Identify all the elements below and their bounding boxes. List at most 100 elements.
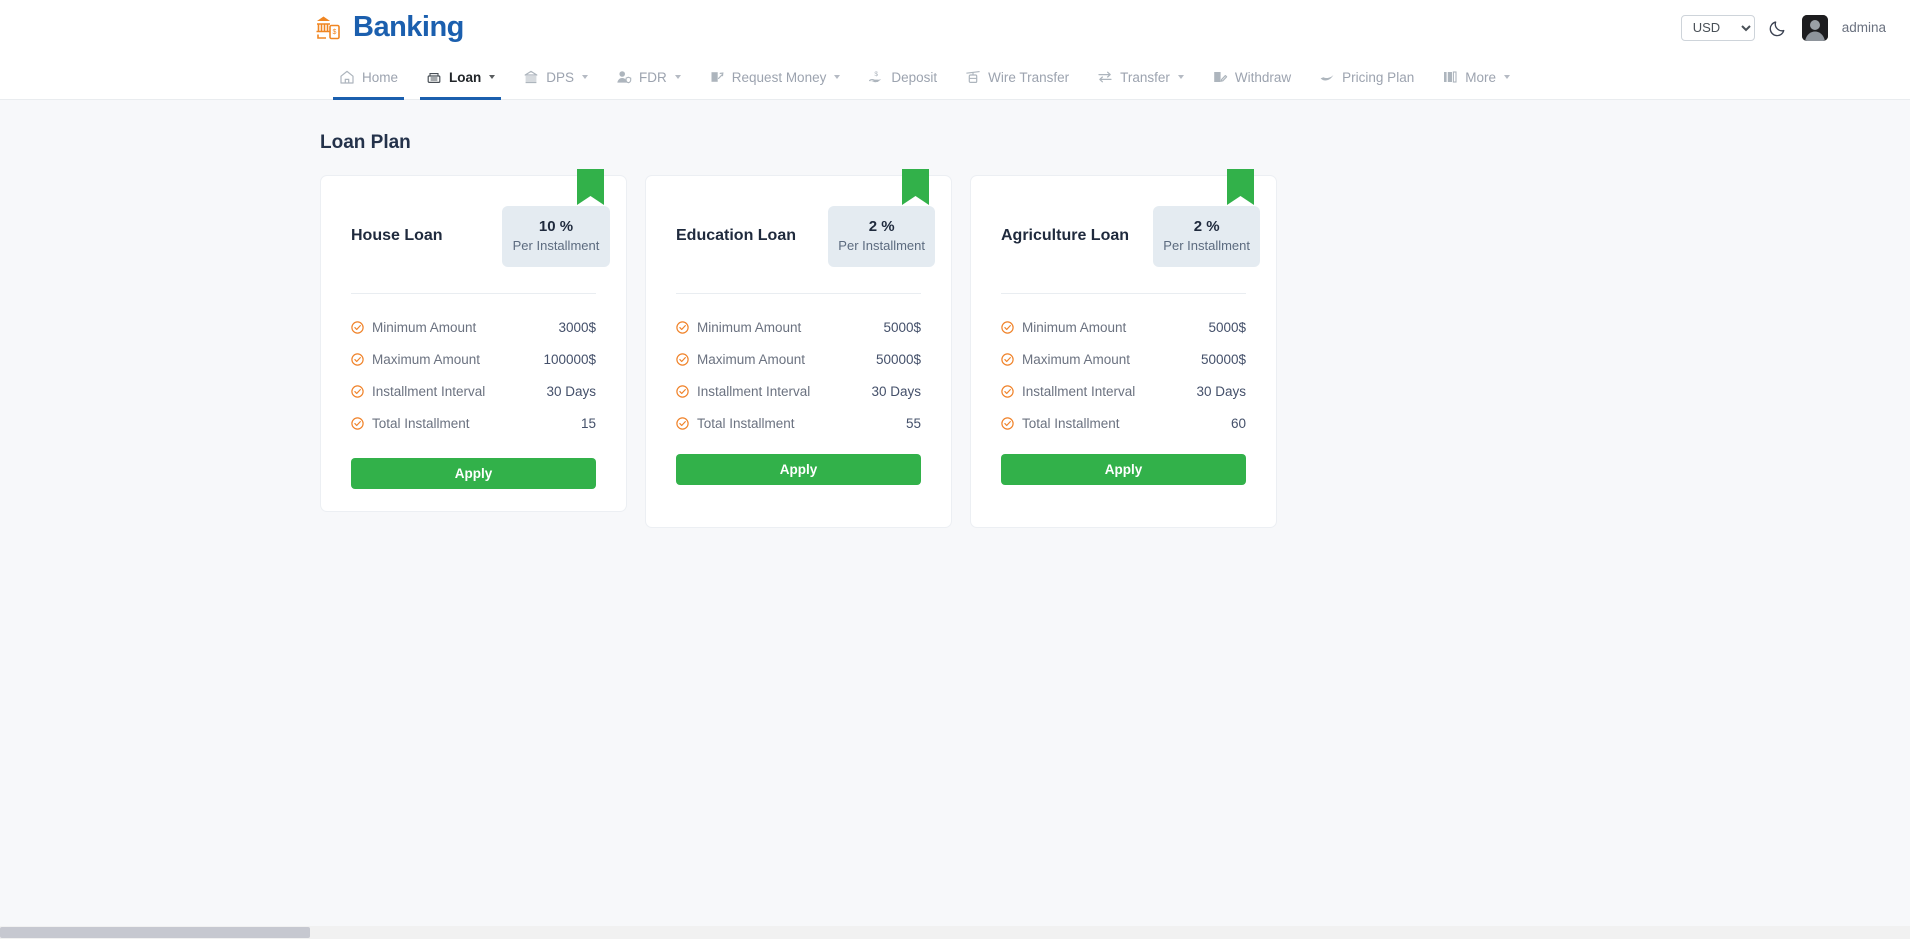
feature-row: Total Installment 55	[676, 416, 921, 431]
chevron-down-icon	[674, 75, 681, 79]
nav-item-home[interactable]: Home	[325, 55, 412, 100]
feature-value: 3000$	[558, 319, 596, 335]
feature-label: Installment Interval	[1022, 383, 1136, 399]
divider	[351, 292, 596, 294]
feature-label: Total Installment	[1022, 415, 1120, 431]
card-title: House Loan	[351, 227, 443, 245]
feature-label: Maximum Amount	[1022, 351, 1131, 367]
nav-label: FDR	[639, 69, 667, 85]
feature-value: 100000$	[543, 351, 596, 367]
feature-row: Minimum Amount 3000$	[351, 320, 596, 335]
feature-row: Installment Interval 30 Days	[676, 384, 921, 399]
nav-item-dps[interactable]: DPS	[509, 55, 602, 99]
brand-logo[interactable]: $ Banking	[313, 11, 464, 45]
rate-percent: 10 %	[538, 218, 574, 235]
apply-button[interactable]: Apply	[1001, 453, 1246, 485]
horizontal-scrollbar[interactable]	[0, 926, 1910, 939]
page-title: Loan Plan	[320, 132, 411, 153]
nav-label: More	[1465, 69, 1496, 85]
rate-label: Per Installment	[1163, 238, 1250, 253]
card-header: Education Loan 2 % Per Installment	[676, 206, 935, 267]
bank-icon	[524, 70, 538, 84]
apply-button[interactable]: Apply	[676, 453, 921, 485]
ribbon-icon	[1227, 169, 1254, 205]
loan-plan-card: Education Loan 2 % Per Installment Minim…	[645, 169, 952, 528]
header-right-group: USD admina	[1680, 14, 1886, 41]
feature-row: Maximum Amount 50000$	[1001, 352, 1246, 367]
nav-item-more[interactable]: More	[1428, 55, 1524, 99]
check-circle-icon	[1001, 353, 1014, 366]
feature-label: Minimum Amount	[1022, 319, 1127, 335]
moon-icon[interactable]	[1769, 18, 1788, 37]
nav-item-loan[interactable]: Loan	[412, 55, 509, 100]
check-circle-icon	[1001, 385, 1014, 398]
columns-icon	[1444, 71, 1457, 83]
chevron-down-icon	[1177, 75, 1184, 79]
svg-text:$: $	[875, 71, 879, 78]
feature-label: Maximum Amount	[372, 351, 481, 367]
feature-row: Installment Interval 30 Days	[351, 384, 596, 399]
check-circle-icon	[1001, 417, 1014, 430]
nav-item-deposit[interactable]: $ Deposit	[854, 55, 951, 99]
feature-list: Minimum Amount 3000$ Maximum Amount 1000…	[351, 320, 596, 431]
currency-select[interactable]: USD	[1680, 14, 1755, 41]
svg-text:$: $	[333, 29, 337, 36]
brand-name: Banking	[353, 11, 464, 43]
nav-item-fdr[interactable]: FDR	[602, 55, 695, 99]
check-circle-icon	[676, 417, 689, 430]
check-circle-icon	[351, 417, 364, 430]
page-content: Loan Plan House Loan 10 % Per Installmen…	[0, 132, 1910, 528]
feature-row: Installment Interval 30 Days	[1001, 384, 1246, 399]
feature-label: Minimum Amount	[372, 319, 477, 335]
divider	[1001, 292, 1246, 294]
feature-row: Maximum Amount 50000$	[676, 352, 921, 367]
rate-label: Per Installment	[512, 238, 600, 253]
feature-list: Minimum Amount 5000$ Maximum Amount 5000…	[676, 320, 921, 431]
card-header: House Loan 10 % Per Installment	[351, 206, 610, 267]
nav-item-wire-transfer[interactable]: Wire Transfer	[951, 55, 1083, 99]
cable-car-icon	[966, 71, 980, 84]
feature-row: Minimum Amount 5000$	[1001, 320, 1246, 335]
feature-value: 5000$	[1208, 319, 1246, 335]
bank-phone-icon: $	[316, 16, 340, 39]
nav-label: Request Money	[731, 69, 827, 85]
nav-label: Pricing Plan	[1342, 69, 1415, 85]
feature-value: 30 Days	[1196, 383, 1246, 399]
nav-label: Home	[362, 69, 399, 85]
nav-label: Loan	[449, 69, 482, 85]
chevron-down-icon	[834, 75, 841, 79]
nav-item-withdraw[interactable]: Withdraw	[1198, 55, 1305, 99]
nav-label: DPS	[546, 69, 575, 85]
nav-item-request-money[interactable]: Request Money	[695, 55, 855, 99]
check-circle-icon	[351, 321, 364, 334]
feature-value: 60	[1230, 415, 1246, 431]
rate-badge: 10 % Per Installment	[502, 206, 610, 267]
pen-square-icon	[1214, 72, 1228, 82]
loan-plan-card: House Loan 10 % Per Installment Minimum …	[320, 169, 627, 512]
feature-label: Total Installment	[372, 415, 470, 431]
feature-value: 30 Days	[871, 383, 921, 399]
feature-row: Total Installment 60	[1001, 416, 1246, 431]
feature-value: 30 Days	[546, 383, 596, 399]
chevron-down-icon	[1503, 75, 1510, 79]
check-circle-icon	[351, 353, 364, 366]
main-navigation: Home Loan DPS FDR Request Money $ Deposi…	[0, 55, 1910, 100]
chevron-down-icon	[582, 75, 589, 79]
loan-plan-card: Agriculture Loan 2 % Per Installment Min…	[970, 169, 1277, 528]
nav-item-transfer[interactable]: Transfer	[1083, 55, 1198, 99]
feature-label: Total Installment	[697, 415, 795, 431]
feature-row: Minimum Amount 5000$	[676, 320, 921, 335]
loan-icon	[427, 73, 441, 84]
scrollbar-thumb[interactable]	[0, 927, 310, 938]
feature-label: Minimum Amount	[697, 319, 802, 335]
ribbon-icon	[902, 169, 929, 205]
nav-item-pricing-plan[interactable]: Pricing Plan	[1305, 55, 1428, 99]
apply-button[interactable]: Apply	[351, 457, 596, 489]
request-money-icon	[711, 72, 724, 82]
feature-value: 50000$	[1200, 351, 1246, 367]
check-circle-icon	[676, 385, 689, 398]
feature-value: 5000$	[883, 319, 921, 335]
feature-value: 55	[905, 415, 921, 431]
card-header: Agriculture Loan 2 % Per Installment	[1001, 206, 1260, 267]
avatar[interactable]	[1801, 14, 1828, 41]
